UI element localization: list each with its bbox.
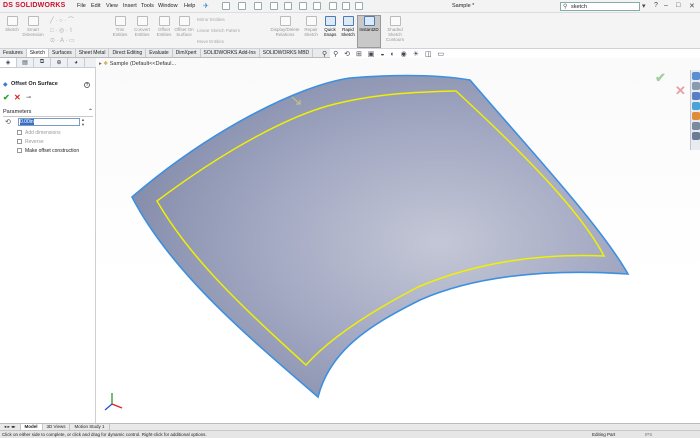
repair-sketch-button[interactable]: Repair Sketch xyxy=(302,16,320,37)
restore-icon[interactable]: □ xyxy=(676,2,680,9)
units-selector[interactable]: IPS xyxy=(645,431,652,438)
task-pane-tabs xyxy=(690,70,700,150)
menu-help[interactable]: Help xyxy=(184,3,195,9)
help-icon[interactable]: ? xyxy=(654,2,658,9)
status-bar: Click on either side to complete, or cli… xyxy=(0,430,700,438)
print-icon[interactable] xyxy=(284,2,292,10)
file-explorer-icon[interactable] xyxy=(692,102,700,110)
minimize-icon[interactable]: – xyxy=(664,2,668,9)
configuration-manager-tab-icon[interactable]: ⧉ xyxy=(34,58,51,67)
add-dimensions-checkbox[interactable]: Add dimensions xyxy=(17,130,61,136)
home-task-icon[interactable] xyxy=(692,72,700,80)
file-properties-icon[interactable] xyxy=(342,2,350,10)
sketch-button[interactable]: Sketch xyxy=(2,16,22,32)
parameters-section-header[interactable]: Parameters ⌃ xyxy=(3,109,93,117)
menu-view[interactable]: View xyxy=(106,3,118,9)
confirm-corner-cancel-icon[interactable]: ✕ xyxy=(675,83,686,99)
display-delete-relations-button[interactable]: Display/Delete Relations xyxy=(268,16,302,37)
triad-axes-icon xyxy=(104,393,123,411)
panel-tabs: ◈ ▤ ⧉ ⊕ ◕ xyxy=(0,58,96,68)
menu-edit[interactable]: Edit xyxy=(91,3,100,9)
offset-on-surface-icon: ◆ xyxy=(3,82,8,88)
menu-tools[interactable]: Tools xyxy=(141,3,154,9)
pin-icon[interactable]: ✈ xyxy=(203,2,209,10)
tab-surfaces[interactable]: Surfaces xyxy=(49,49,76,57)
dimxpert-manager-tab-icon[interactable]: ⊕ xyxy=(51,58,68,67)
menu-window[interactable]: Window xyxy=(158,3,178,9)
help-circle-icon[interactable]: ? xyxy=(84,82,90,88)
tab-sheet-metal[interactable]: Sheet Metal xyxy=(76,49,110,57)
offset-distance-icon: ⟲ xyxy=(5,119,11,126)
new-document-icon[interactable] xyxy=(238,2,246,10)
tab-mbd[interactable]: SOLIDWORKS MBD xyxy=(260,49,314,57)
sketch-tools-group[interactable]: ╱ · ○ · ⌒ □ · ◎ · ⌇ ⊙ · A · ▭ xyxy=(50,16,100,46)
ok-button[interactable]: ✔ xyxy=(3,93,10,102)
home-icon[interactable] xyxy=(222,2,230,10)
smart-dimension-button[interactable]: Smart Dimension xyxy=(22,16,44,37)
pushpin-icon[interactable]: ⊸ xyxy=(26,94,31,101)
tab-evaluate[interactable]: Evaluate xyxy=(146,49,173,57)
forum-icon[interactable] xyxy=(692,132,700,140)
resources-task-icon[interactable] xyxy=(692,82,700,90)
command-tabs: Features Sketch Surfaces Sheet Metal Dir… xyxy=(0,49,330,58)
property-manager-tab-icon[interactable]: ▤ xyxy=(17,58,34,67)
spin-down-icon[interactable]: ▼ xyxy=(81,122,85,127)
title-bar: DS SOLIDWORKS File Edit View Insert Tool… xyxy=(0,0,700,13)
surface-face xyxy=(130,74,630,399)
collapse-chevron-icon[interactable]: ⌃ xyxy=(88,108,93,115)
convert-entities-button[interactable]: Convert Entities xyxy=(131,16,153,37)
solidworks-logo: DS SOLIDWORKS xyxy=(3,2,66,9)
quick-snaps-button[interactable]: Quick Snaps xyxy=(321,16,339,37)
close-icon[interactable]: ✕ xyxy=(689,2,695,10)
offset-on-surface-button[interactable]: Offset On Surface xyxy=(174,16,194,37)
search-icon: ⚲ xyxy=(563,4,568,10)
part-icon: ❖ xyxy=(103,61,109,67)
design-library-icon[interactable] xyxy=(692,92,700,100)
tab-direct-editing[interactable]: Direct Editing xyxy=(109,49,147,57)
cancel-button[interactable]: ✕ xyxy=(14,93,21,102)
trim-entities-button[interactable]: Trim Entities xyxy=(110,16,130,37)
document-title: Sample * xyxy=(452,3,475,9)
tab-dimxpert[interactable]: DimXpert xyxy=(173,49,201,57)
confirm-corner-ok-icon[interactable]: ✔ xyxy=(655,70,666,86)
undo-icon[interactable] xyxy=(299,2,307,10)
feature-tree-flyout[interactable]: ▸ ❖ Sample (Default<<Defaul... xyxy=(99,61,176,67)
reverse-checkbox[interactable]: Reverse xyxy=(17,139,44,145)
save-icon[interactable] xyxy=(270,2,278,10)
tab-features[interactable]: Features xyxy=(0,49,27,57)
display-manager-tab-icon[interactable]: ◕ xyxy=(68,58,85,67)
tab-sketch[interactable]: Sketch xyxy=(26,49,50,57)
tab-addins[interactable]: SOLIDWORKS Add-Ins xyxy=(201,49,260,57)
property-manager-title: Offset On Surface xyxy=(11,81,58,87)
rapid-sketch-button[interactable]: Rapid Sketch xyxy=(339,16,357,37)
rebuild-icon[interactable] xyxy=(329,2,337,10)
status-message: Click on either side to complete, or cli… xyxy=(2,432,207,437)
offset-distance-input[interactable]: 0.00in xyxy=(18,118,80,126)
appearances-icon[interactable] xyxy=(692,112,700,120)
graphics-area[interactable] xyxy=(96,58,700,423)
search-dropdown-icon[interactable]: ▾ xyxy=(642,2,646,10)
instant2d-button[interactable]: Instant2D xyxy=(358,16,380,32)
surface-model[interactable] xyxy=(96,58,700,423)
menu-file[interactable]: File xyxy=(77,3,86,9)
custom-properties-icon[interactable] xyxy=(692,122,700,130)
feature-manager-tab-icon[interactable]: ◈ xyxy=(0,58,17,67)
menu-insert[interactable]: Insert xyxy=(123,3,137,9)
linear-sketch-pattern-button[interactable]: Linear Sketch Pattern xyxy=(197,28,240,33)
offset-entities-button[interactable]: Offset Entities xyxy=(154,16,174,37)
model-tabs: ◂ ▸ ◂▸ Model 3D Views Motion Study 1 xyxy=(0,423,700,430)
make-offset-construction-checkbox[interactable]: Make offset construction xyxy=(17,148,79,154)
mirror-entities-button[interactable]: Mirror Entities xyxy=(197,17,225,22)
options-icon[interactable] xyxy=(355,2,363,10)
status-mode: Editing Part xyxy=(592,432,616,437)
select-icon[interactable] xyxy=(313,2,321,10)
move-entities-button[interactable]: Move Entities xyxy=(197,39,224,44)
open-icon[interactable] xyxy=(254,2,262,10)
heads-up-view-toolbar[interactable]: ⚲ ⚲ ⟲ ⊞ ▣ ◒ ◐ ◉ ☀ ◫ ▭ xyxy=(322,50,446,58)
shaded-sketch-contours-button[interactable]: Shaded Sketch Contours xyxy=(382,16,408,42)
property-manager-panel: ◈ ▤ ⧉ ⊕ ◕ ◆ Offset On Surface ? ✔ ✕ ⊸ Pa… xyxy=(0,58,96,423)
search-input[interactable]: ⚲ sketch xyxy=(560,2,640,11)
